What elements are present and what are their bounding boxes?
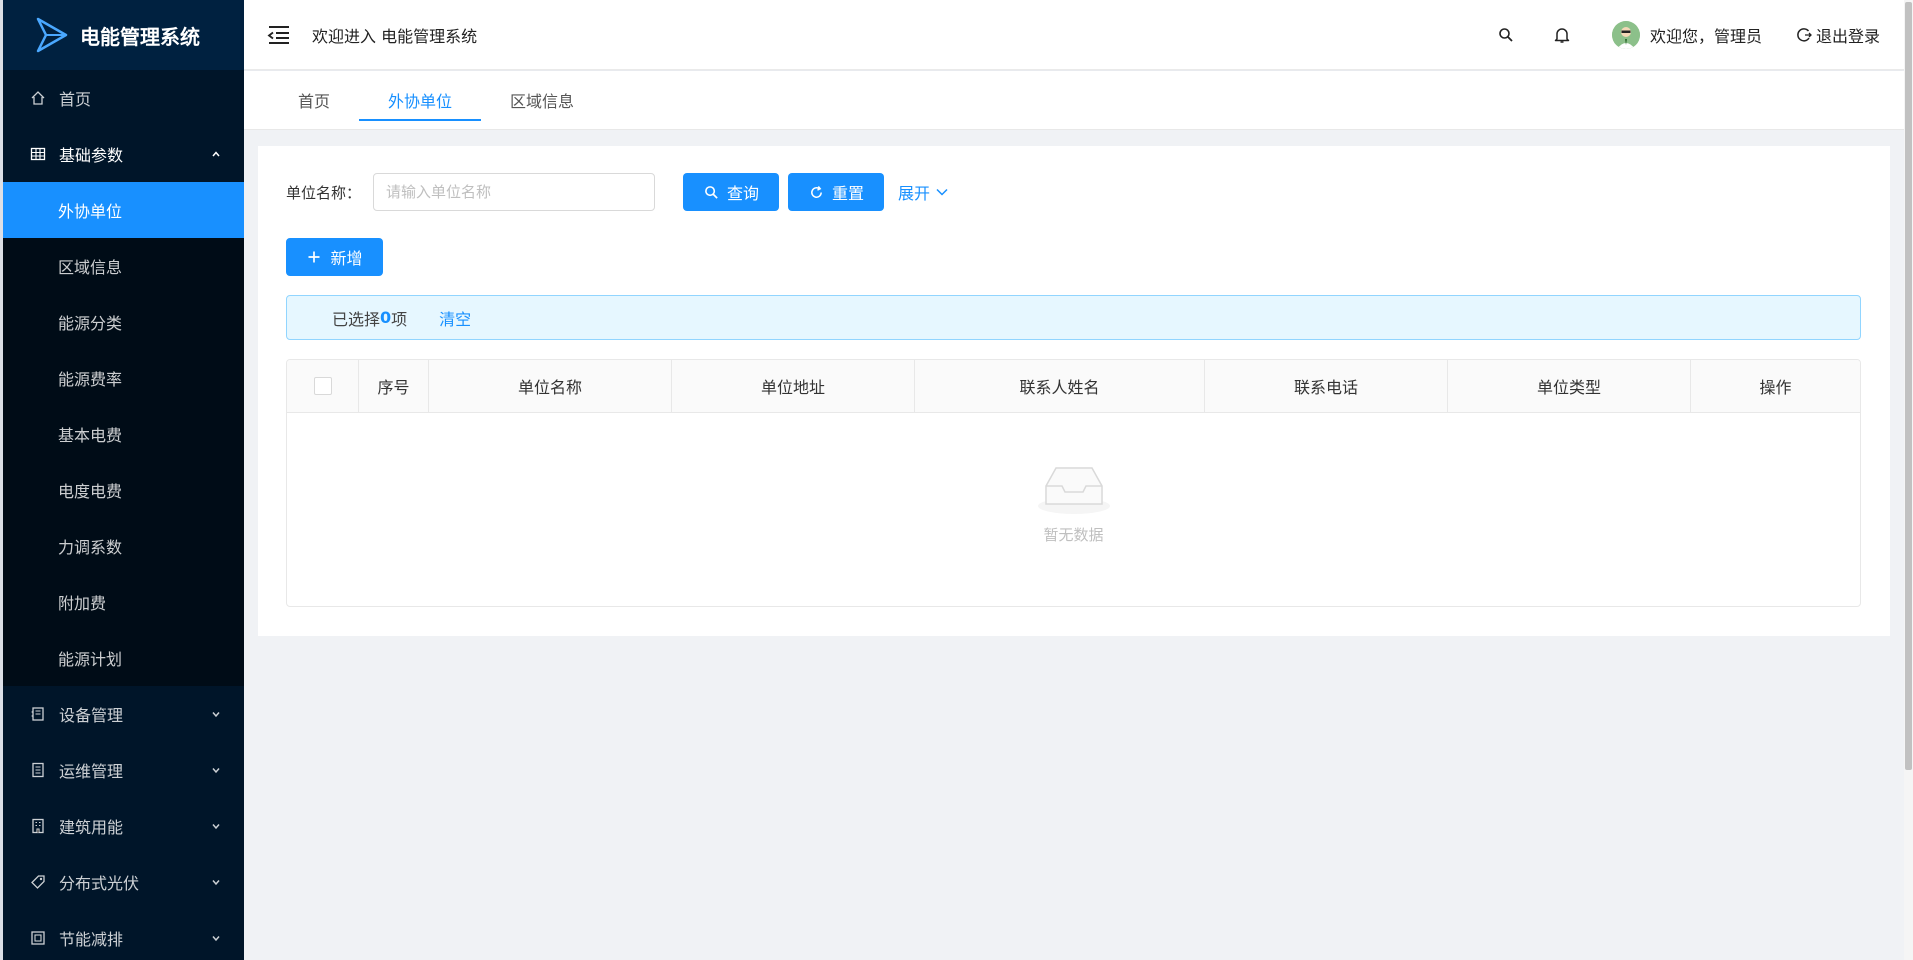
- sidebar-item-label: 建筑用能: [59, 818, 124, 837]
- table-header: 序号 单位名称 单位地址 联系人姓名 联系电话 单位类型 操作: [287, 360, 1860, 413]
- reset-button[interactable]: 重置: [788, 173, 885, 211]
- avatar: [1611, 21, 1640, 49]
- empty-text: 暂无数据: [1043, 526, 1104, 544]
- chevron-down-icon: [210, 764, 222, 776]
- sidebar: 电能管理系统 首页 基础参数 外协单位 区域信息 能源分类 能源费率 基本电费: [0, 0, 244, 960]
- chevron-down-icon: [210, 820, 222, 832]
- header-actions: 欢迎您，管理员 退出登录: [1470, 0, 1880, 70]
- unit-name-label: 单位名称：: [286, 183, 362, 202]
- plus-icon: [306, 249, 322, 265]
- column-header-unit-type[interactable]: 单位类型: [1448, 360, 1691, 412]
- bell-icon[interactable]: [1542, 15, 1582, 55]
- add-label: 新增: [330, 249, 363, 268]
- logo-icon: [30, 13, 74, 57]
- tag-icon: [29, 873, 47, 891]
- chevron-down-icon: [935, 185, 949, 199]
- submenu-basic-params: 外协单位 区域信息 能源分类 能源费率 基本电费 电度电费 力调系数 附加费 能…: [3, 182, 244, 686]
- user-greeting: 欢迎您，管理员: [1649, 27, 1762, 46]
- container-icon: [29, 929, 47, 947]
- tab-area-info[interactable]: 区域信息: [481, 71, 603, 129]
- reload-icon: [808, 184, 824, 200]
- column-header-index[interactable]: 序号: [359, 360, 429, 412]
- building-icon: [29, 817, 47, 835]
- sidebar-item-ops-mgmt[interactable]: 运维管理: [3, 742, 244, 798]
- welcome-text: 欢迎进入 电能管理系统: [312, 26, 478, 46]
- sidebar-item-distributed-pv[interactable]: 分布式光伏: [3, 854, 244, 910]
- unit-name-input[interactable]: [373, 173, 656, 211]
- empty-inbox-icon: [1034, 460, 1114, 520]
- sidebar-item-basic-params[interactable]: 基础参数: [3, 126, 244, 182]
- select-all-cell: [287, 360, 359, 412]
- expand-toggle[interactable]: 展开: [898, 180, 949, 204]
- chevron-down-icon: [210, 876, 222, 888]
- chevron-down-icon: [210, 932, 222, 944]
- sidebar-menu: 首页 基础参数 外协单位 区域信息 能源分类 能源费率 基本电费 电度电费 力调…: [3, 70, 244, 960]
- query-label: 查询: [727, 184, 760, 203]
- sidebar-item-surcharge[interactable]: 附加费: [3, 574, 244, 630]
- logout-label: 退出登录: [1815, 27, 1880, 46]
- sidebar-item-basic-fee[interactable]: 基本电费: [3, 406, 244, 462]
- sidebar-item-power-factor[interactable]: 力调系数: [3, 518, 244, 574]
- logout-button[interactable]: 退出登录: [1796, 23, 1880, 47]
- table-icon: [29, 145, 47, 163]
- sidebar-item-outsourced-unit[interactable]: 外协单位: [3, 182, 244, 238]
- add-button[interactable]: 新增: [286, 238, 383, 276]
- logout-icon: [1796, 27, 1812, 43]
- sidebar-item-energy-category[interactable]: 能源分类: [3, 294, 244, 350]
- sidebar-item-kwh-fee[interactable]: 电度电费: [3, 462, 244, 518]
- column-header-unit-name[interactable]: 单位名称: [429, 360, 672, 412]
- user-menu[interactable]: 欢迎您，管理员: [1611, 21, 1762, 49]
- sidebar-item-label: 设备管理: [59, 706, 124, 725]
- app-logo[interactable]: 电能管理系统: [3, 0, 244, 70]
- column-header-unit-address[interactable]: 单位地址: [672, 360, 915, 412]
- selection-count: 0: [380, 308, 392, 327]
- units-table: 序号 单位名称 单位地址 联系人姓名 联系电话 单位类型 操作 暂无数据: [286, 359, 1861, 607]
- expand-label: 展开: [898, 184, 931, 203]
- home-icon: [29, 89, 47, 107]
- chevron-up-icon: [210, 148, 222, 160]
- selection-alert: 已选择 0 项 清空: [286, 295, 1861, 340]
- menu-fold-icon[interactable]: [266, 22, 292, 48]
- sidebar-item-building-energy[interactable]: 建筑用能: [3, 798, 244, 854]
- sidebar-item-label: 运维管理: [59, 762, 124, 781]
- app-title: 电能管理系统: [80, 24, 200, 49]
- scrollbar-thumb[interactable]: [1905, 2, 1912, 770]
- sidebar-item-label: 首页: [59, 90, 92, 109]
- sidebar-item-area-info[interactable]: 区域信息: [3, 238, 244, 294]
- selection-prefix: 已选择: [332, 309, 381, 329]
- top-header: 欢迎进入 电能管理系统 欢迎您，管理员 退出登录: [244, 0, 1904, 70]
- sidebar-item-energy-saving[interactable]: 节能减排: [3, 910, 244, 960]
- column-header-contact-name[interactable]: 联系人姓名: [915, 360, 1205, 412]
- page-scrollbar[interactable]: [1904, 0, 1913, 960]
- search-form: 单位名称： 查询 重置 展开: [286, 173, 949, 211]
- chevron-down-icon: [210, 708, 222, 720]
- tab-home[interactable]: 首页: [269, 71, 359, 129]
- document-icon: [29, 761, 47, 779]
- sidebar-item-energy-plan[interactable]: 能源计划: [3, 630, 244, 686]
- search-icon: [703, 184, 719, 200]
- column-header-contact-phone[interactable]: 联系电话: [1205, 360, 1448, 412]
- sidebar-item-label: 分布式光伏: [59, 874, 140, 893]
- clear-selection-link[interactable]: 清空: [439, 306, 471, 330]
- sidebar-item-label: 节能减排: [59, 930, 124, 949]
- select-all-checkbox[interactable]: [313, 377, 332, 395]
- sidebar-item-device-mgmt[interactable]: 设备管理: [3, 686, 244, 742]
- query-button[interactable]: 查询: [683, 173, 780, 211]
- empty-state: 暂无数据: [287, 460, 1860, 545]
- device-icon: [29, 705, 47, 723]
- search-icon[interactable]: [1486, 15, 1526, 55]
- sidebar-item-energy-rate[interactable]: 能源费率: [3, 350, 244, 406]
- sidebar-item-label: 基础参数: [59, 146, 124, 165]
- content-card: 单位名称： 查询 重置 展开 新增 已选择 0 项 清: [258, 146, 1890, 636]
- column-header-actions: 操作: [1759, 378, 1792, 397]
- page-tabs: 首页 外协单位 区域信息: [244, 71, 1904, 130]
- reset-label: 重置: [832, 184, 865, 203]
- tab-outsourced-unit[interactable]: 外协单位: [359, 71, 482, 129]
- selection-suffix: 项: [391, 309, 408, 329]
- sidebar-item-home[interactable]: 首页: [3, 70, 244, 126]
